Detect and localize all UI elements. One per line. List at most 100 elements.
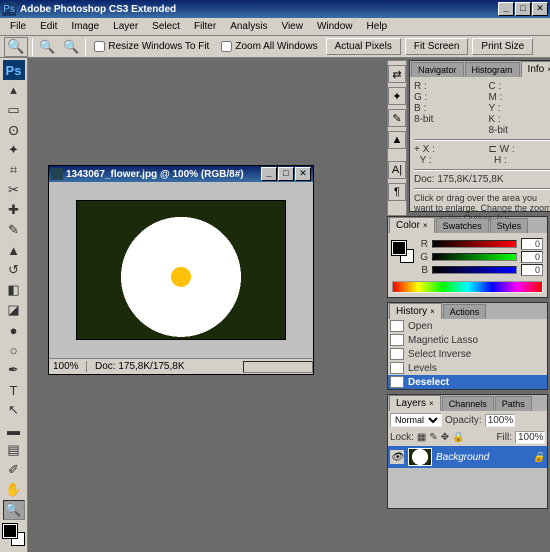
document-window[interactable]: 1343067_flower.jpg @ 100% (RGB/8#) _ □ ✕… [48,165,314,375]
zoom-out-icon[interactable]: 🔍 [61,39,81,55]
lock-transparent-icon[interactable]: ▦ [417,432,426,443]
lock-move-icon[interactable]: ✥ [441,432,449,443]
brush-tool[interactable]: ✎ [3,220,25,240]
tab-layers[interactable]: Layers× [389,395,441,411]
tab-color[interactable]: Color× [389,217,435,233]
type-tool[interactable]: T [3,380,25,400]
stamp-tool[interactable]: ▲ [3,240,25,260]
menu-analysis[interactable]: Analysis [224,19,273,34]
canvas-area: 1343067_flower.jpg @ 100% (RGB/8#) _ □ ✕… [28,58,387,552]
green-slider[interactable] [432,253,517,261]
dock-char-icon[interactable]: ✦ [388,87,406,105]
lock-paint-icon[interactable]: ✎ [429,432,437,443]
document-titlebar[interactable]: 1343067_flower.jpg @ 100% (RGB/8#) _ □ ✕ [49,166,313,182]
dock-para-icon[interactable]: ¶ [388,183,406,201]
visibility-icon[interactable]: 👁 [390,450,404,464]
zoom-in-icon[interactable]: 🔍 [37,39,57,55]
dock-brush-icon[interactable]: ✎ [388,109,406,127]
document-icon [51,168,63,180]
hand-tool[interactable]: ✋ [3,480,25,500]
opacity-input[interactable]: 100% [485,414,515,427]
app-title: Adobe Photoshop CS3 Extended [20,4,498,15]
eraser-tool[interactable]: ◧ [3,280,25,300]
move-tool[interactable]: ▴ [3,80,25,100]
red-value[interactable]: 0 [521,238,543,250]
menu-edit[interactable]: Edit [34,19,63,34]
eyedropper-tool[interactable]: ✐ [3,460,25,480]
menu-help[interactable]: Help [361,19,394,34]
blend-mode-select[interactable]: Normal [390,413,442,427]
pen-tool[interactable]: ✒ [3,360,25,380]
fit-screen-button[interactable]: Fit Screen [405,38,469,55]
dock-clone-icon[interactable]: ▲ [388,131,406,149]
zoom-level[interactable]: 100% [49,361,87,372]
print-size-button[interactable]: Print Size [472,38,533,55]
history-brush-tool[interactable]: ↺ [3,260,25,280]
zoom-tool[interactable]: 🔍 [3,500,25,520]
tab-history[interactable]: History× [389,303,442,319]
ps-logo-icon: Ps [3,60,25,80]
actual-pixels-button[interactable]: Actual Pixels [326,38,401,55]
close-button[interactable]: ✕ [532,2,548,16]
minimize-button[interactable]: _ [498,2,514,16]
color-picker-swatch[interactable] [392,241,414,263]
document-canvas[interactable] [49,182,313,358]
history-item[interactable]: Levels [388,361,547,375]
blue-slider[interactable] [432,266,517,274]
history-item[interactable]: Magnetic Lasso [388,333,547,347]
scrollbar[interactable] [243,361,313,373]
flower-image [76,200,286,340]
color-panel: Color× Swatches Styles R0 G0 B0 [387,216,548,298]
doc-close-button[interactable]: ✕ [295,167,311,181]
red-slider[interactable] [432,240,517,248]
layer-row-background[interactable]: 👁 Background 🔒 [388,446,547,468]
resize-windows-checkbox[interactable]: Resize Windows To Fit [90,41,213,52]
color-swatches[interactable] [3,524,25,546]
info-panel: Navigator Histogram Info× R :G :B :8-bit… [409,60,550,212]
history-item-current[interactable]: Deselect [388,375,547,389]
heal-tool[interactable]: ✚ [3,200,25,220]
notes-tool[interactable]: ▤ [3,440,25,460]
color-ramp[interactable] [392,281,543,293]
menu-layer[interactable]: Layer [107,19,144,34]
blur-tool[interactable]: ● [3,320,25,340]
menu-view[interactable]: View [275,19,309,34]
zoom-tool-icon[interactable]: 🔍 [4,37,28,57]
doc-maximize-button[interactable]: □ [278,167,294,181]
path-tool[interactable]: ↖ [3,400,25,420]
menu-filter[interactable]: Filter [188,19,222,34]
doc-minimize-button[interactable]: _ [261,167,277,181]
menu-select[interactable]: Select [146,19,186,34]
tab-histogram[interactable]: Histogram [465,62,520,77]
lock-all-icon[interactable]: 🔒 [452,432,464,443]
fill-input[interactable]: 100% [515,431,545,444]
tab-paths[interactable]: Paths [495,396,532,411]
layer-name: Background [436,452,489,463]
green-value[interactable]: 0 [521,251,543,263]
blue-value[interactable]: 0 [521,264,543,276]
menu-bar: File Edit Image Layer Select Filter Anal… [0,18,550,36]
shape-tool[interactable]: ▬ [3,420,25,440]
dock-arrows-icon[interactable]: ⇄ [388,65,406,83]
tab-info[interactable]: Info× [521,61,550,77]
dock-text-icon[interactable]: A| [388,161,406,179]
tab-styles[interactable]: Styles [490,218,529,233]
tab-navigator[interactable]: Navigator [411,62,464,77]
wand-tool[interactable]: ✦ [3,140,25,160]
history-item[interactable]: Select Inverse [388,347,547,361]
maximize-button[interactable]: □ [515,2,531,16]
marquee-tool[interactable]: ▭ [3,100,25,120]
zoom-all-checkbox[interactable]: Zoom All Windows [217,41,321,52]
slice-tool[interactable]: ✂ [3,180,25,200]
crop-tool[interactable]: ⌗ [3,160,25,180]
menu-window[interactable]: Window [311,19,359,34]
menu-file[interactable]: File [4,19,32,34]
tab-swatches[interactable]: Swatches [436,218,489,233]
lasso-tool[interactable]: ʘ [3,120,25,140]
tab-channels[interactable]: Channels [442,396,494,411]
history-item[interactable]: Open [388,319,547,333]
tab-actions[interactable]: Actions [443,304,487,319]
menu-image[interactable]: Image [65,19,105,34]
gradient-tool[interactable]: ◪ [3,300,25,320]
dodge-tool[interactable]: ○ [3,340,25,360]
